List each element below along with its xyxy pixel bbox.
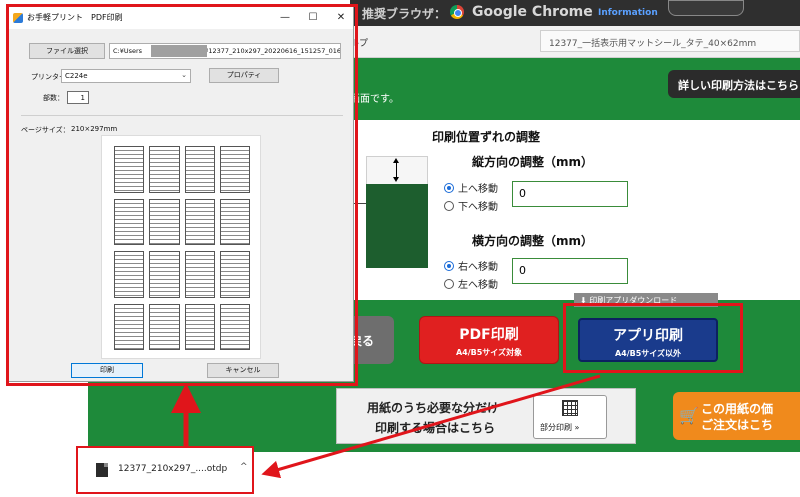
detail-print-method-button[interactable]: 詳しい印刷方法はこちら	[668, 70, 800, 98]
radio-selected-icon[interactable]	[444, 182, 454, 193]
pdf-print-label: PDF印刷	[459, 327, 519, 343]
radio-left[interactable]: 左へ移動	[444, 276, 498, 291]
radio-right-label: 右へ移動	[458, 262, 498, 273]
pdf-print-button[interactable]: PDF印刷 A4/B5サイズ対象	[419, 316, 559, 364]
file-icon	[96, 463, 108, 477]
green-header: 画面です。 詳しい印刷方法はこちら	[350, 58, 800, 120]
help-bar: ルプ 12377_一括表示用マットシール_タテ_40×62mm	[350, 26, 800, 58]
order-button[interactable]: 🛒 この用紙の価 ご注文はこち	[673, 392, 800, 440]
download-file-name: 12377_210x297_....otdp	[118, 464, 228, 474]
partial-print-button[interactable]: 部分印刷 »	[533, 395, 607, 439]
grid-icon	[562, 400, 578, 416]
vertical-adjust-title: 縦方向の調整（mm）	[472, 155, 594, 169]
chevron-up-icon[interactable]: ^	[240, 462, 248, 472]
radio-down[interactable]: 下へ移動	[444, 198, 498, 213]
product-title-field: 12377_一括表示用マットシール_タテ_40×62mm	[540, 30, 800, 52]
order-line2: ご注文はこち	[701, 418, 774, 432]
partial-print-label: 部分印刷 »	[540, 423, 580, 432]
dialog-highlight	[6, 4, 358, 386]
radio-down-label: 下へ移動	[458, 202, 498, 213]
vertical-arrow-icon	[393, 158, 399, 182]
partial-line2: 印刷する場合はこちら	[375, 421, 496, 435]
cart-icon: 🛒	[679, 406, 699, 425]
radio-unselected-icon[interactable]	[444, 200, 454, 211]
partial-line1: 用紙のうち必要な分だけ	[367, 401, 500, 415]
chrome-icon	[450, 5, 464, 19]
adjust-title: 印刷位置ずれの調整	[432, 130, 541, 144]
radio-up-label: 上へ移動	[458, 184, 498, 195]
radio-right[interactable]: 右へ移動	[444, 258, 498, 273]
site-top-bar: 推奨ブラウザ： Google Chrome Information	[350, 0, 800, 26]
horizontal-adjust-input[interactable]: 0	[512, 258, 628, 284]
chrome-label: Google Chrome	[472, 4, 593, 20]
screenshot-stage: 推奨ブラウザ： Google Chrome Information ルプ 123…	[0, 0, 800, 497]
horizontal-adjust-title: 横方向の調整（mm）	[472, 234, 594, 248]
order-line1: この用紙の価	[701, 402, 774, 416]
pdf-print-sublabel: A4/B5サイズ対象	[455, 348, 523, 357]
radio-unselected-icon[interactable]	[444, 278, 454, 289]
app-print-highlight	[563, 303, 743, 373]
download-item[interactable]: 12377_210x297_....otdp ^	[76, 446, 254, 494]
information-link[interactable]: Information	[598, 8, 658, 18]
top-pill-button[interactable]	[668, 0, 744, 16]
paper-position-block	[366, 184, 428, 268]
partial-print-card: 用紙のうち必要な分だけ 印刷する場合はこちら 部分印刷 »	[336, 388, 636, 444]
radio-selected-icon[interactable]	[444, 260, 454, 271]
recommended-browser-label: 推奨ブラウザ：	[362, 7, 447, 21]
radio-up[interactable]: 上へ移動	[444, 180, 498, 195]
radio-left-label: 左へ移動	[458, 280, 498, 291]
vertical-adjust-input[interactable]: 0	[512, 181, 628, 207]
